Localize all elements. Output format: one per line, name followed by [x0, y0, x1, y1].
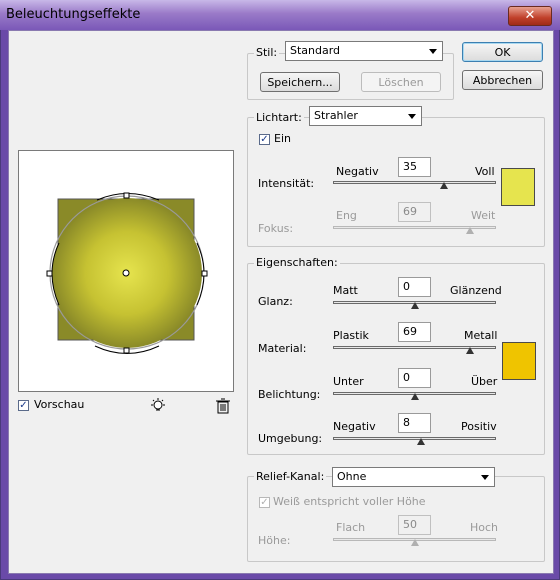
fokus-value[interactable]: 69 — [398, 202, 431, 222]
intensitaet-slider-track[interactable] — [333, 181, 496, 184]
lichtart-dropdown[interactable]: Strahler — [309, 106, 422, 126]
material-value[interactable]: 69 — [398, 322, 431, 342]
glanz-slider-thumb[interactable] — [410, 302, 419, 309]
white-full-height-label: Weiß entspricht voller Höhe — [273, 495, 426, 508]
light-bulb-icon[interactable] — [149, 397, 167, 415]
relief-label: Relief-Kanal: — [254, 470, 327, 483]
belichtung-min-label: Unter — [333, 375, 364, 388]
belichtung-max-label: Über — [471, 375, 498, 388]
handle-right — [201, 270, 208, 277]
ambient-color-swatch[interactable] — [502, 342, 536, 380]
trash-icon[interactable] — [215, 398, 231, 414]
fokus-max-label: Weit — [471, 209, 496, 222]
hoehe-label: Höhe: — [258, 534, 291, 547]
intensitaet-max-label: Voll — [475, 165, 495, 178]
stil-value: Standard — [290, 44, 341, 57]
intensitaet-slider-thumb[interactable] — [439, 182, 448, 189]
dialog-body: ✓ Vorschau Stil: Standard Speichern... L… — [8, 30, 554, 574]
material-slider-thumb[interactable] — [465, 347, 474, 354]
material-label: Material: — [258, 342, 307, 355]
material-min-label: Plastik — [333, 329, 369, 342]
hoehe-max-label: Hoch — [470, 521, 499, 534]
fokus-label: Fokus: — [258, 222, 294, 235]
belichtung-slider-thumb[interactable] — [410, 393, 419, 400]
save-button[interactable]: Speichern... — [260, 72, 340, 92]
ein-checkbox[interactable]: ✓ — [259, 134, 270, 145]
preview-label: Vorschau — [34, 398, 85, 411]
ein-label: Ein — [274, 132, 291, 145]
window-title: Beleuchtungseffekte — [6, 7, 141, 22]
hoehe-slider-thumb[interactable] — [410, 539, 419, 546]
stil-dropdown[interactable]: Standard — [285, 41, 443, 61]
relief-dropdown[interactable]: Ohne — [332, 467, 495, 487]
glanz-max-label: Glänzend — [450, 284, 502, 297]
handle-bottom — [123, 347, 130, 354]
lichtart-label: Lichtart: — [254, 111, 304, 124]
handle-left — [46, 270, 53, 277]
stil-label: Stil: — [254, 46, 280, 59]
preview-canvas[interactable] — [19, 151, 233, 391]
fokus-min-label: Eng — [336, 209, 357, 222]
title-bar[interactable]: Beleuchtungseffekte ✕ — [0, 0, 560, 30]
preview-pane[interactable] — [18, 150, 234, 392]
ok-button[interactable]: OK — [462, 42, 543, 62]
eigenschaften-label: Eigenschaften: — [254, 256, 340, 269]
glanz-label: Glanz: — [258, 295, 293, 308]
umgebung-max-label: Positiv — [461, 420, 497, 433]
umgebung-value[interactable]: 8 — [398, 413, 431, 433]
belichtung-label: Belichtung: — [258, 388, 321, 401]
white-full-height-checkbox[interactable]: ✓ — [259, 497, 270, 508]
chevron-down-icon[interactable] — [408, 114, 416, 119]
umgebung-label: Umgebung: — [258, 432, 323, 445]
material-max-label: Metall — [464, 329, 498, 342]
chevron-down-icon[interactable] — [481, 475, 489, 480]
umgebung-slider-thumb[interactable] — [417, 438, 426, 445]
relief-value: Ohne — [337, 470, 367, 483]
umgebung-slider-track[interactable] — [333, 437, 496, 440]
hoehe-value[interactable]: 50 — [398, 515, 431, 535]
cancel-button[interactable]: Abbrechen — [462, 70, 543, 90]
hoehe-min-label: Flach — [336, 521, 366, 534]
preview-checkbox[interactable]: ✓ — [18, 400, 29, 411]
handle-top — [123, 192, 130, 199]
light-center-handle — [122, 269, 130, 277]
intensitaet-value[interactable]: 35 — [398, 157, 431, 177]
belichtung-value[interactable]: 0 — [398, 368, 431, 388]
relief-group — [247, 476, 545, 562]
delete-button[interactable]: Löschen — [361, 72, 441, 92]
intensitaet-label: Intensität: — [258, 177, 315, 190]
light-color-swatch[interactable] — [501, 168, 535, 206]
chevron-down-icon[interactable] — [429, 49, 437, 54]
close-button[interactable]: ✕ — [508, 6, 552, 26]
intensitaet-min-label: Negativ — [336, 165, 379, 178]
lichtart-value: Strahler — [314, 109, 358, 122]
umgebung-min-label: Negativ — [333, 420, 376, 433]
fokus-slider-thumb[interactable] — [465, 227, 474, 234]
glanz-value[interactable]: 0 — [398, 277, 431, 297]
glanz-min-label: Matt — [333, 284, 358, 297]
